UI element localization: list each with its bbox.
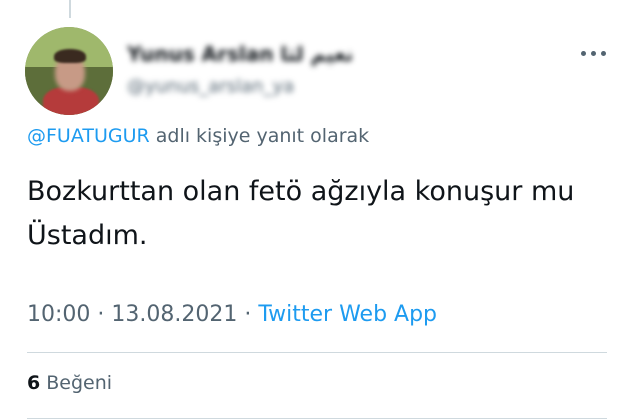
tweet-time[interactable]: 10:00 <box>27 302 90 327</box>
reply-context: @FUATUGUR adlı kişiye yanıt olarak <box>27 125 369 147</box>
more-options-button[interactable] <box>576 38 610 68</box>
avatar-hair <box>54 49 86 63</box>
tweet-source-link[interactable]: Twitter Web App <box>258 302 437 327</box>
reply-mention-link[interactable]: @FUATUGUR <box>27 125 150 147</box>
meta-separator: · <box>237 302 259 327</box>
author-display-name[interactable]: Yunus Arslan نعيم لثا <box>127 42 353 66</box>
more-horizontal-icon-dot <box>600 50 606 56</box>
likes-label: Beğeni <box>40 372 113 394</box>
divider <box>27 352 607 353</box>
avatar-shirt <box>43 87 99 115</box>
avatar[interactable] <box>25 27 113 115</box>
divider <box>27 418 607 419</box>
thread-connector-line <box>69 0 71 18</box>
reply-context-label: adlı kişiye yanıt olarak <box>149 125 370 147</box>
likes-count: 6 <box>27 372 41 394</box>
more-horizontal-icon <box>580 50 586 56</box>
likes-link[interactable]: 6 Beğeni <box>27 372 112 394</box>
author-handle[interactable]: @yunus_arslan_ya <box>127 76 294 97</box>
tweet-meta: 10:00 · 13.08.2021 · Twitter Web App <box>27 302 437 327</box>
tweet-date[interactable]: 13.08.2021 <box>111 302 237 327</box>
meta-separator: · <box>90 302 112 327</box>
more-horizontal-icon-dot <box>590 50 596 56</box>
tweet-text: Bozkurttan olan fetö ağzıyla konuşur mu … <box>27 176 575 251</box>
